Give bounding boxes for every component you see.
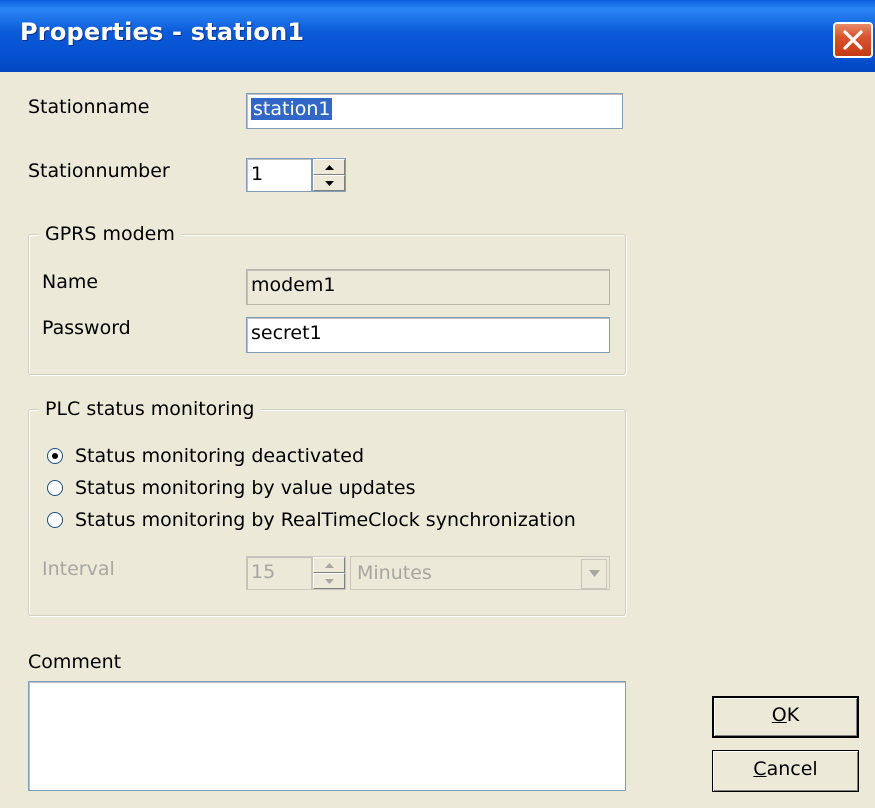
interval-input: 15: [246, 556, 312, 590]
window-title: Properties - station1: [20, 18, 305, 46]
arrow-down-icon: [325, 579, 334, 584]
stationnumber-value: 1: [251, 163, 264, 185]
chevron-down-icon: [589, 570, 600, 577]
title-bar[interactable]: Properties - station1: [0, 0, 875, 72]
close-icon: [843, 30, 863, 50]
cancel-label-rest: ancel: [766, 758, 818, 780]
radio-label: Status monitoring by value updates: [75, 477, 416, 499]
radio-status-rtc-sync[interactable]: Status monitoring by RealTimeClock synch…: [47, 509, 576, 531]
stationnumber-input[interactable]: 1: [246, 158, 312, 192]
modem-name-field: modem1: [246, 269, 610, 305]
modem-name-value: modem1: [251, 274, 336, 296]
ok-button[interactable]: OK: [712, 696, 859, 738]
arrow-up-icon: [325, 165, 334, 170]
radio-button[interactable]: [47, 512, 63, 528]
ok-label-rest: K: [786, 704, 800, 726]
modem-password-label: Password: [42, 317, 131, 339]
modem-password-value: secret1: [251, 322, 322, 344]
stationnumber-spin-down[interactable]: [313, 175, 345, 191]
close-button[interactable]: [833, 22, 873, 58]
interval-unit-select: Minutes: [350, 556, 610, 590]
radio-status-deactivated[interactable]: Status monitoring deactivated: [47, 445, 364, 467]
stationnumber-label: Stationnumber: [28, 160, 170, 182]
ok-mnemonic: O: [771, 704, 787, 726]
radio-button[interactable]: [47, 480, 63, 496]
cancel-mnemonic: C: [753, 758, 767, 780]
stationnumber-spin-up[interactable]: [313, 159, 345, 175]
radio-button-checked[interactable]: [47, 448, 63, 464]
comment-textarea[interactable]: [28, 681, 626, 791]
stationname-value: station1: [251, 98, 333, 120]
interval-unit-value: Minutes: [357, 562, 432, 584]
interval-spin-up: [313, 557, 345, 573]
stationname-input[interactable]: station1: [246, 93, 623, 129]
interval-unit-dropdown-button: [581, 559, 607, 589]
arrow-up-icon: [325, 563, 334, 568]
radio-label: Status monitoring by RealTimeClock synch…: [75, 509, 576, 531]
plc-status-group-title: PLC status monitoring: [39, 398, 261, 420]
radio-status-value-updates[interactable]: Status monitoring by value updates: [47, 477, 415, 499]
radio-label: Status monitoring deactivated: [75, 445, 364, 467]
comment-label: Comment: [28, 651, 122, 673]
stationname-label: Stationname: [28, 96, 150, 118]
modem-password-input[interactable]: secret1: [246, 317, 610, 353]
modem-name-label: Name: [42, 271, 99, 293]
gprs-modem-group-title: GPRS modem: [39, 223, 181, 245]
interval-value: 15: [251, 561, 276, 583]
stationnumber-spinner[interactable]: [312, 158, 346, 192]
interval-label: Interval: [42, 558, 115, 580]
interval-spinner: [312, 556, 346, 590]
interval-spin-down: [313, 573, 345, 589]
cancel-button[interactable]: Cancel: [712, 750, 859, 792]
arrow-down-icon: [325, 181, 334, 186]
